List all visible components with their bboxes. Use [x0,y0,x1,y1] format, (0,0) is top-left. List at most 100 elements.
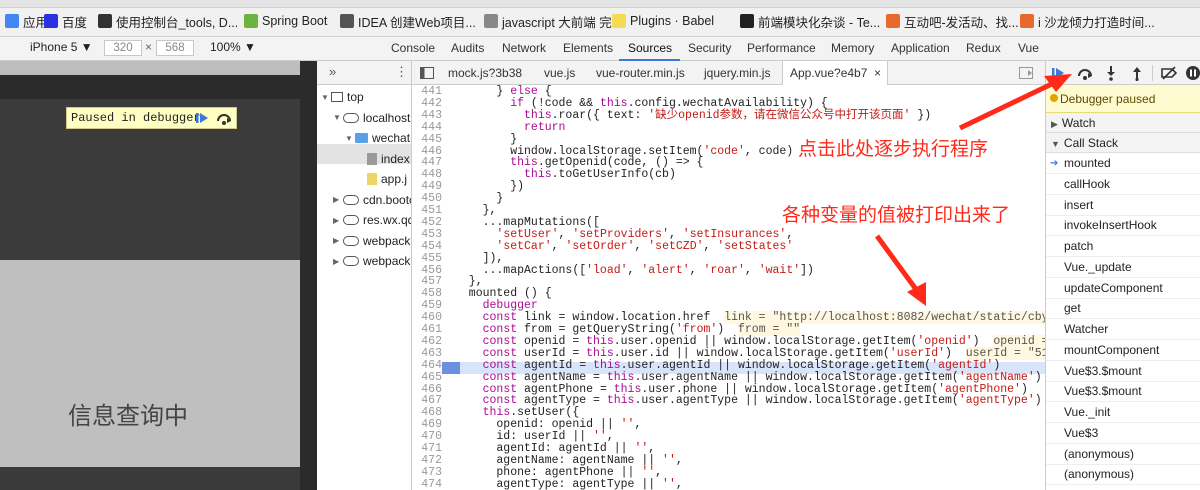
tree-item[interactable]: ▼ wechat [345,128,410,148]
resume-icon[interactable] [1050,65,1068,81]
tab-elements[interactable]: Elements [563,41,613,55]
tree-item-label: res.wx.qq [363,213,412,227]
step-over-icon[interactable] [215,110,233,126]
call-frame[interactable]: patch [1046,236,1200,257]
pause-on-exceptions-icon[interactable] [1185,65,1200,81]
file-tab[interactable]: vue.js [544,66,575,80]
bookmark-item[interactable]: IDEA 创建Web项目... [340,12,476,30]
line-number[interactable]: 454 [412,240,442,253]
file-tab[interactable]: App.vue?e4b7 [790,66,867,80]
tree-item[interactable]: ▼ top [321,87,364,107]
call-frame[interactable]: ➔ mounted [1046,153,1200,174]
tab-audits[interactable]: Audits [451,41,484,55]
line-number[interactable]: 453 [412,228,442,241]
call-frame[interactable]: Vue._init [1046,402,1200,423]
tree-item[interactable]: ▶ cdn.bootc [333,190,411,210]
call-frame-label: updateComponent [1064,280,1163,295]
bookmark-label: javascript 大前端 完... [502,15,623,30]
tree-item[interactable]: ▶ webpack- [333,231,411,251]
expanded-triangle-icon: ▼ [333,113,341,122]
bookmark-item[interactable]: 百度 [44,12,87,30]
step-over-icon[interactable] [1076,65,1094,81]
file-tab[interactable]: jquery.min.js [704,66,770,80]
call-frame[interactable]: (anonymous) [1046,444,1200,465]
callstack-section-header[interactable]: ▼ Call Stack [1046,133,1200,153]
js-file-icon [367,173,377,185]
pause-indicator-icon [1050,94,1058,102]
call-frame[interactable]: insert [1046,195,1200,216]
bookmark-item[interactable]: 应用 [5,12,48,30]
bookmark-item[interactable]: i 沙龙倾力打造时间... [1020,12,1155,30]
code-line: return [524,120,566,134]
t-logo-icon [740,14,754,28]
tree-item-label: localhost: [363,110,412,125]
step-out-icon[interactable] [1130,65,1144,81]
tab-console[interactable]: Console [391,41,435,55]
call-frame[interactable]: Vue._update [1046,257,1200,278]
tab-redux[interactable]: Redux [966,41,1001,55]
close-tab-icon[interactable]: × [874,66,881,80]
device-width-input[interactable]: 320 [104,40,142,56]
line-number[interactable]: 474 [412,478,442,490]
phone-content-area [0,260,300,467]
line-number[interactable]: 473 [412,466,442,479]
bookmark-item[interactable]: 前端模块化杂谈 - Te... [740,12,880,30]
bookmark-item[interactable]: javascript 大前端 完... [484,12,622,30]
call-frame[interactable]: Watcher [1046,319,1200,340]
tree-item[interactable]: app.j [357,169,407,189]
call-frame-label: patch [1064,239,1094,253]
line-number[interactable]: 443 [412,109,442,122]
tree-item[interactable]: ▶ res.wx.qq [333,210,412,230]
resume-icon[interactable] [195,111,209,125]
call-frame[interactable]: callHook [1046,174,1200,195]
tree-item-label: wechat [372,131,411,145]
tab-network[interactable]: Network [502,41,546,55]
tab-memory[interactable]: Memory [831,41,874,55]
bookmark-item[interactable]: Spring Boot [244,12,327,30]
toggle-debugger-icon[interactable] [1019,67,1033,79]
call-frame-label: (anonymous) [1064,467,1135,482]
tree-item[interactable]: ▼ localhost: [333,108,412,128]
device-select[interactable]: iPhone 5 ▼ [30,40,93,54]
call-frame[interactable]: get [1046,298,1200,320]
deactivate-breakpoints-icon[interactable] [1160,65,1178,81]
device-height-input[interactable]: 568 [156,40,194,56]
navigator-menu-icon[interactable]: ⋮ [395,64,408,80]
tree-item[interactable]: index [357,149,410,169]
call-frame[interactable]: mountComponent [1046,340,1200,361]
call-frame[interactable]: Vue$3.$mount [1046,361,1200,382]
line-number[interactable]: 464 [412,359,442,372]
debugger-toolbar [1046,61,1200,85]
call-frame[interactable]: Vue$3 [1046,423,1200,444]
line-number[interactable]: 465 [412,371,442,384]
code-line: } [455,132,518,146]
file-tab[interactable]: vue-router.min.js [596,66,685,80]
line-number[interactable]: 445 [412,133,442,146]
zoom-select[interactable]: 100% ▼ [210,40,256,54]
tree-item[interactable]: ▶ webpack: [333,251,411,271]
cloud-icon [343,235,359,246]
toggle-navigator-icon[interactable] [420,67,434,79]
call-frame[interactable]: invokeInsertHook [1046,215,1200,237]
file-tab[interactable]: mock.js?3b38 [448,66,522,80]
tab-application[interactable]: Application [891,41,950,55]
line-number[interactable]: 463 [412,347,442,360]
inline-variable-value: openid = "o2PaMs [993,334,1045,348]
bookmark-item[interactable]: 使用控制台_tools, D... [98,12,238,30]
code-line: ]), [455,251,504,265]
call-frame[interactable]: updateComponent [1046,278,1200,299]
tab-sources[interactable]: Sources [628,41,672,55]
page-icon [484,14,498,28]
tab-security[interactable]: Security [688,41,731,55]
bookmark-item[interactable]: 互动吧-发活动、找... [886,12,1019,30]
call-frame[interactable]: Vue$3.$mount [1046,381,1200,403]
line-number[interactable]: 455 [412,252,442,265]
call-frame[interactable]: (anonymous) [1046,464,1200,486]
tab-performance[interactable]: Performance [747,41,816,55]
watch-section-header[interactable]: ▶ Watch [1046,113,1200,133]
bookmark-item[interactable]: Plugins · Babel [612,12,714,30]
step-into-icon[interactable] [1104,65,1118,81]
more-tabs-icon[interactable]: » [329,64,336,79]
tab-vue[interactable]: Vue [1018,41,1039,55]
line-number[interactable]: 444 [412,121,442,134]
